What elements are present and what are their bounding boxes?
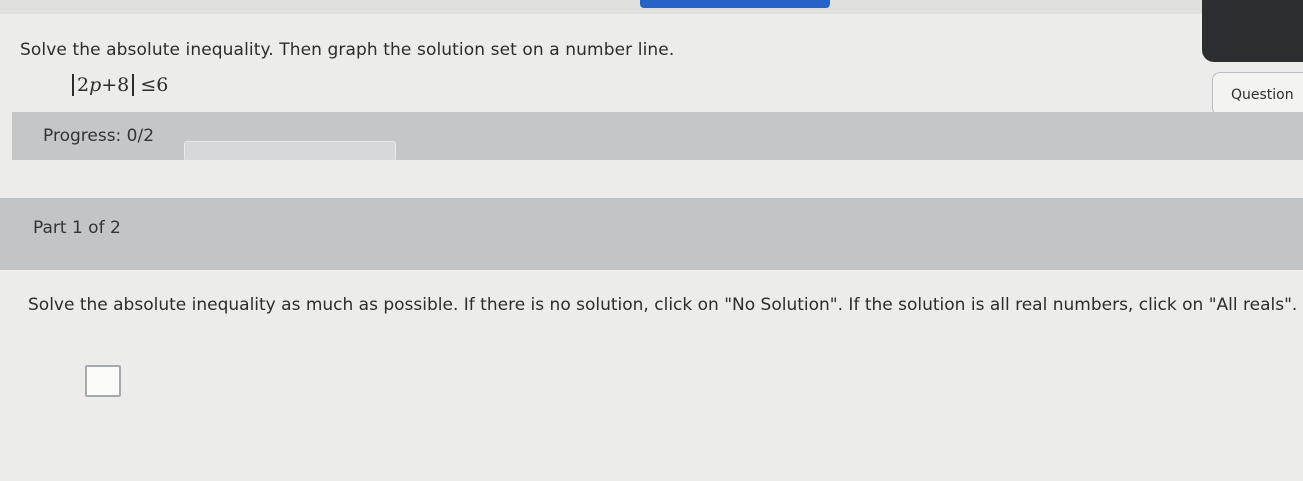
abs-rest: +8 bbox=[101, 74, 130, 96]
question-button[interactable]: Question bbox=[1212, 72, 1303, 116]
abs-coefficient: 2 bbox=[77, 74, 90, 96]
progress-band: Progress: 0/2 bbox=[12, 112, 1303, 161]
abs-variable: p bbox=[89, 74, 102, 96]
absolute-value-expression: 2p+8 bbox=[72, 74, 135, 96]
progress-label: Progress: 0/2 bbox=[43, 126, 155, 146]
part-header: Part 1 of 2 bbox=[0, 198, 1303, 270]
progress-bar bbox=[184, 141, 396, 161]
problem-statement: Solve the absolute inequality. Then grap… bbox=[20, 40, 675, 60]
part-label: Part 1 of 2 bbox=[33, 218, 121, 238]
top-right-panel bbox=[1202, 0, 1303, 62]
inequality-rhs: 6 bbox=[156, 74, 169, 96]
inequality-relation: ≤ bbox=[140, 74, 157, 96]
inequality-expression: 2p+8 ≤6 bbox=[72, 74, 168, 96]
part-instructions: Solve the absolute inequality as much as… bbox=[28, 295, 1298, 315]
answer-input-box[interactable] bbox=[85, 365, 121, 397]
top-accent-bar bbox=[640, 0, 830, 8]
